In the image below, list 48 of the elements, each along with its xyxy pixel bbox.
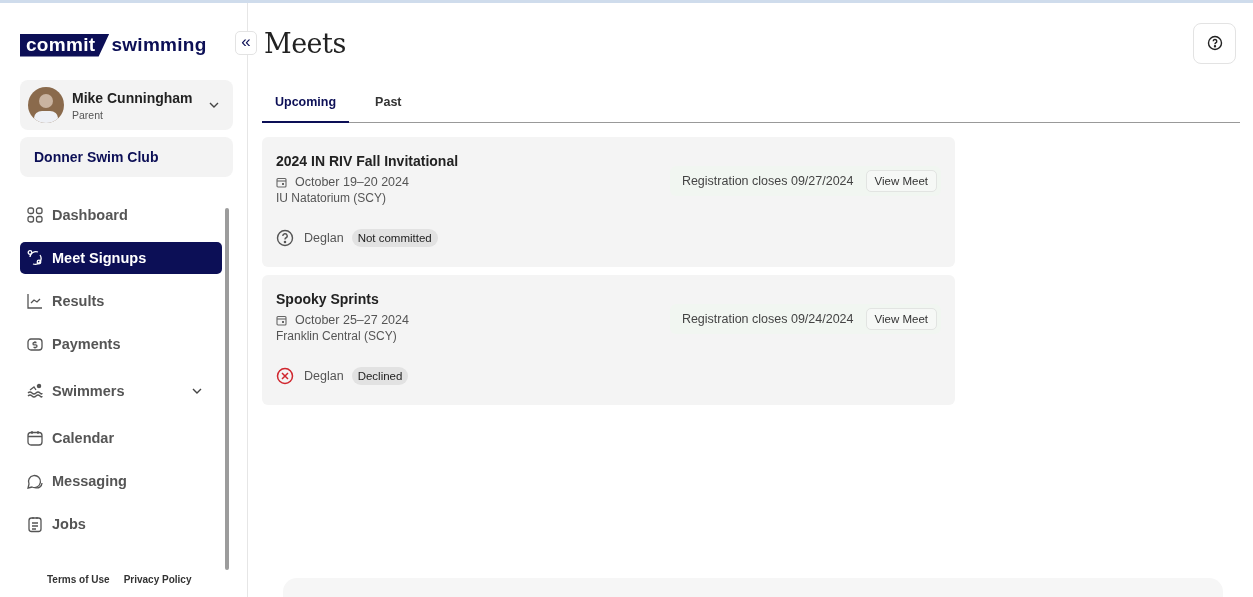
nav-item[interactable]: Messaging (20, 465, 222, 497)
nav-item[interactable]: Jobs (20, 508, 222, 540)
nav-item[interactable]: Results (20, 285, 222, 317)
swimmer-name: Deglan (304, 231, 344, 245)
grid-icon (26, 206, 44, 224)
calendar-icon (276, 314, 287, 326)
swimmer-icon (26, 382, 44, 400)
calendar-icon (276, 176, 287, 188)
footer-link[interactable]: Terms of Use (47, 574, 110, 585)
collapse-button[interactable]: « (235, 31, 257, 55)
line-chart-icon (26, 292, 44, 310)
registration-deadline: Registration closes 09/24/2024 (681, 312, 854, 326)
logo-word: commit (20, 33, 110, 57)
registration-deadline: Registration closes 09/27/2024 (681, 174, 854, 188)
meet-venue: Franklin Central (SCY) (276, 329, 398, 343)
footer-link[interactable]: Privacy Policy (123, 574, 192, 585)
meet-dates: October 25–27 2024 (295, 313, 409, 327)
tab[interactable]: Past (362, 91, 415, 122)
meet-title: 2024 IN RIV Fall Invitational (276, 153, 459, 169)
club-selector[interactable]: Donner Swim Club (20, 137, 233, 177)
calendar-icon (26, 429, 44, 447)
nav-item[interactable]: Payments (20, 328, 222, 360)
nav-item[interactable]: Swimmers (20, 375, 222, 407)
nav-item[interactable]: Calendar (20, 422, 222, 454)
help-icon (1206, 35, 1223, 51)
status-badge: Declined (351, 367, 409, 385)
tab[interactable]: Upcoming (262, 91, 350, 123)
nav-item[interactable]: Dashboard (20, 199, 222, 231)
nav-item[interactable]: Meet Signups (20, 242, 222, 274)
meet-title: Spooky Sprints (276, 291, 380, 307)
clipboard-icon (26, 515, 44, 533)
dollar-icon (26, 335, 44, 353)
avatar (28, 87, 64, 123)
meet-venue: IU Natatorium (SCY) (276, 191, 388, 205)
scrollbar[interactable] (225, 208, 229, 570)
user-name: Mike Cunningham (72, 89, 193, 106)
user-role: Parent (72, 108, 104, 121)
loop-icon (26, 249, 44, 267)
meet-dates: October 19–20 2024 (295, 175, 409, 189)
view-meet-button[interactable]: View Meet (865, 308, 937, 330)
swimmer-name: Deglan (304, 369, 344, 383)
page-title: Meets (264, 27, 346, 59)
help-button[interactable] (1193, 22, 1236, 64)
chat-bubbles-icon (26, 472, 44, 490)
logo-word: swimming (111, 34, 207, 56)
status-badge: Not committed (351, 229, 438, 247)
user-card[interactable]: Mike Cunningham Parent (20, 80, 233, 130)
view-meet-button[interactable]: View Meet (865, 170, 937, 192)
